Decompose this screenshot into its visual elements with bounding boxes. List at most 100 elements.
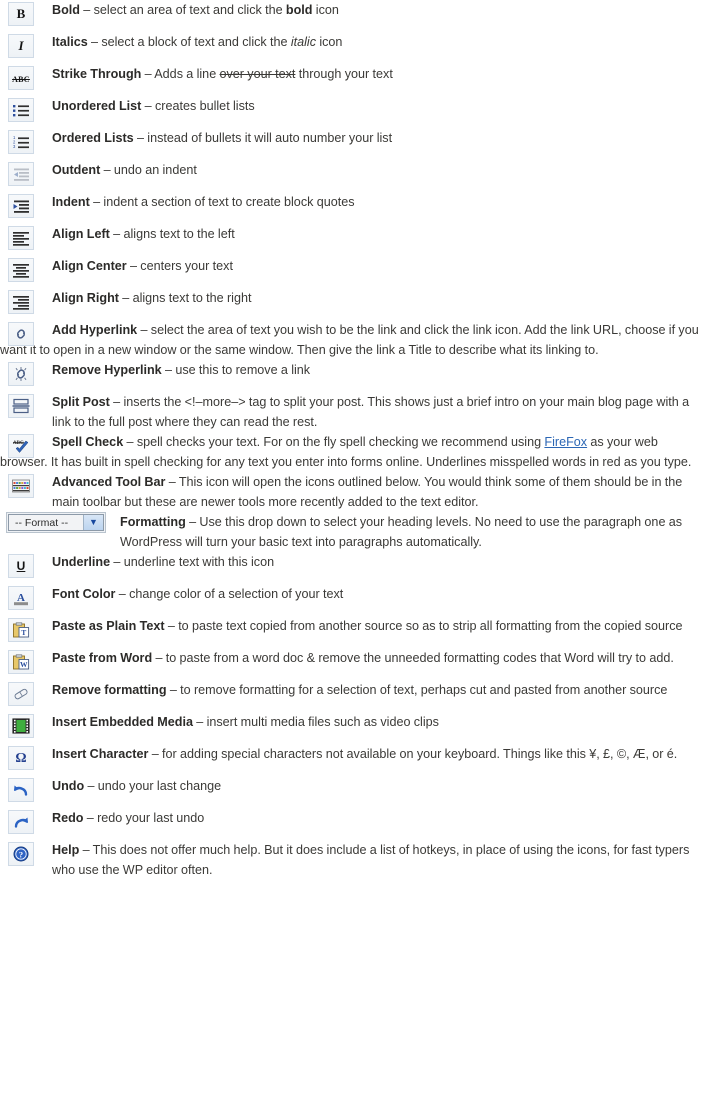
italic-icon-button[interactable]: I (8, 34, 34, 58)
bullet-list-icon (12, 102, 30, 118)
description-text: redo your last undo (97, 811, 205, 825)
row-inner: Split Post – inserts the <!–more–> tag t… (0, 392, 711, 432)
help-icon-button[interactable]: ? (8, 842, 34, 866)
font-color-icon-button[interactable]: A (8, 586, 34, 610)
term-label: Add Hyperlink (52, 323, 138, 337)
term-label: Remove formatting (52, 683, 167, 697)
svg-text:3: 3 (13, 144, 16, 149)
split-post-icon-button[interactable] (8, 394, 34, 418)
bullet-list-icon-button[interactable] (8, 98, 34, 122)
row-inner: Insert Embedded Media – insert multi med… (0, 712, 711, 744)
term-dash: – (166, 683, 181, 697)
row-inner: Redo – redo your last undo (0, 808, 711, 840)
underline-icon: U (16, 559, 26, 573)
row-inner: Align Left – aligns text to the left (0, 224, 711, 256)
chevron-down-icon[interactable]: ▼ (83, 515, 103, 530)
spellcheck-icon-button[interactable]: ABC (8, 434, 34, 458)
row-inner: Ω Insert Character – for adding special c… (0, 744, 711, 776)
advanced-toolbar-icon (12, 478, 30, 494)
numbered-list-icon-button[interactable]: 123 (8, 130, 34, 154)
row-description: Remove formatting – to remove formatting… (0, 680, 711, 700)
description-text: indent a section of text to create block… (103, 195, 355, 209)
row-description: Align Center – centers your text (0, 256, 711, 276)
description-text: aligns text to the right (132, 291, 252, 305)
term-dash: – (165, 475, 179, 489)
term-dash: – (118, 291, 133, 305)
row-inner: Add Hyperlink – select the area of text … (0, 320, 711, 360)
row-description: Bold – select an area of text and click … (0, 0, 711, 20)
link-icon (12, 326, 30, 342)
description-text: Use this drop down to select your headin… (120, 515, 683, 549)
eraser-icon (12, 686, 30, 702)
term-dash: – (83, 811, 98, 825)
description-text: use this to remove a link (175, 363, 311, 377)
underline-icon-button[interactable]: U (8, 554, 34, 578)
term-dash: – (79, 3, 94, 17)
media-icon-button[interactable] (8, 714, 34, 738)
description-text: aligns text to the left (123, 227, 235, 241)
link-icon-button[interactable] (8, 322, 34, 346)
align-left-icon-button[interactable] (8, 226, 34, 250)
align-right-icon-button[interactable] (8, 290, 34, 314)
term-dash: – (84, 779, 98, 793)
align-center-icon-button[interactable] (8, 258, 34, 282)
omega-icon-button[interactable]: Ω (8, 746, 34, 770)
term-dash: – (152, 651, 166, 665)
format-dropdown-value: -- Format -- (15, 516, 69, 529)
term-label: Split Post (52, 395, 110, 409)
row-inner: 1 2 3 Ordered Lists – instead of bullets it… (0, 128, 711, 160)
strikethrough-icon-button[interactable]: ABC (8, 66, 34, 90)
paste-from-word-icon-button[interactable]: W (8, 650, 34, 674)
undo-icon-button[interactable] (8, 778, 34, 802)
format-dropdown[interactable]: -- Format -- ▼ (6, 512, 106, 533)
icon-description-row: Align Center – centers your text (0, 256, 711, 288)
bold-icon: B (16, 6, 26, 21)
row-inner: I Italics – select a block of text and cl… (0, 32, 711, 64)
description-text: undo your last change (97, 779, 222, 793)
term-label: Insert Embedded Media (52, 715, 193, 729)
align-right-icon (12, 294, 30, 310)
row-inner: -- Format -- ▼ Formatting – Use this drop … (0, 512, 711, 552)
row-description: Align Right – aligns text to the right (0, 288, 711, 308)
split-post-icon (12, 398, 30, 414)
row-description: Redo – redo your last undo (0, 808, 711, 828)
term-label: Spell Check (52, 435, 124, 449)
advanced-toolbar-icon-button[interactable] (8, 474, 34, 498)
term-label: Italics (52, 35, 88, 49)
row-description: Help – This does not offer much help. Bu… (0, 840, 711, 880)
paste-plain-text-icon-button[interactable]: T (8, 618, 34, 642)
row-inner: Align Right – aligns text to the right (0, 288, 711, 320)
indent-icon-button[interactable] (8, 194, 34, 218)
description-text: change color of a selection of your text (129, 587, 344, 601)
redo-icon-button[interactable] (8, 810, 34, 834)
icon-description-row: A Font Color – change color of a selectio… (0, 584, 711, 616)
term-dash: – (185, 515, 200, 529)
icon-description-row: I Italics – select a block of text and cl… (0, 32, 711, 64)
term-label: Strike Through (52, 67, 142, 81)
icon-description-row: T Paste as Plain Text – to paste text cop… (0, 616, 711, 648)
eraser-icon-button[interactable] (8, 682, 34, 706)
row-description: Unordered List – creates bullet lists (0, 96, 711, 116)
icon-description-row: Redo – redo your last undo (0, 808, 711, 840)
paste-from-word-icon: W (12, 654, 30, 670)
format-dropdown-inner[interactable]: -- Format -- ▼ (8, 514, 104, 531)
row-description: Font Color – change color of a selection… (0, 584, 711, 604)
description-text: select a block of text and click the ita… (101, 35, 343, 49)
row-inner: W Paste from Word – to paste from a word … (0, 648, 711, 680)
icon-description-row: Remove Hyperlink – use this to remove a … (0, 360, 711, 392)
unlink-icon-button[interactable] (8, 362, 34, 386)
term-dash: – (109, 395, 124, 409)
term-label: Underline (52, 555, 111, 569)
term-label: Align Right (52, 291, 119, 305)
inline-strikethrough: over your text (219, 67, 296, 81)
description-text: instead of bullets it will auto number y… (147, 131, 393, 145)
firefox-link[interactable]: FireFox (544, 435, 587, 449)
icon-description-row: ABC Spell Check – spell checks your text.… (0, 432, 711, 472)
bold-icon-button[interactable]: B (8, 2, 34, 26)
outdent-icon-button[interactable] (8, 162, 34, 186)
icon-description-row: Indent – indent a section of text to cre… (0, 192, 711, 224)
term-dash: – (141, 99, 155, 113)
row-description: Underline – underline text with this ico… (0, 552, 711, 572)
font-color-icon: A (12, 590, 30, 606)
inline-italic: italic (290, 35, 317, 49)
